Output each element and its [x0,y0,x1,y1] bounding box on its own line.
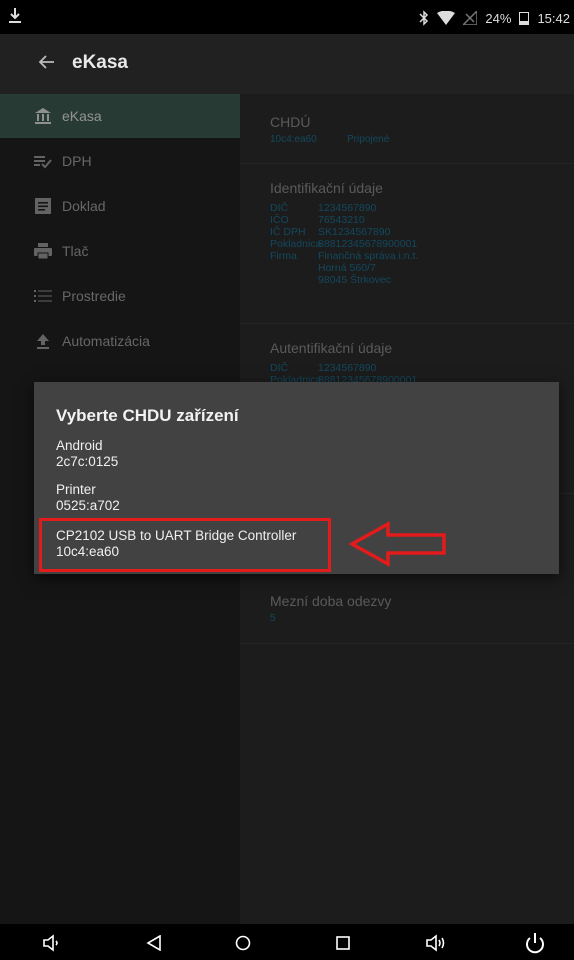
device-option-printer[interactable]: Printer 0525:a702 [56,482,120,514]
device-id: 0525:a702 [56,498,120,513]
device-option-android[interactable]: Android 2c7c:0125 [56,438,118,470]
status-icons: 24% 15:42 [419,9,570,27]
volume-up-icon[interactable] [423,930,449,956]
wifi-icon [437,11,456,25]
power-icon[interactable] [522,930,548,956]
select-device-dialog: Vyberte CHDU zařízení Android 2c7c:0125 … [34,382,559,574]
download-icon [9,8,21,23]
recents-square-icon[interactable] [330,930,356,956]
home-circle-icon[interactable] [230,930,256,956]
app-bar: eKasa [0,34,574,94]
app-title: eKasa [72,52,128,73]
arrow-left-icon[interactable] [38,53,56,71]
arrow-pointer-icon [348,521,446,567]
volume-down-icon[interactable] [38,930,64,956]
device-name: Android [56,438,103,453]
bluetooth-icon [419,10,429,26]
system-nav-bar [0,924,574,960]
battery-icon [519,12,530,25]
battery-percent: 24% [485,10,512,26]
status-bar: 24% 15:42 [0,0,574,34]
no-signal-icon [463,11,478,25]
device-id: 2c7c:0125 [56,454,119,469]
clock: 15:42 [537,10,570,26]
back-triangle-icon[interactable] [141,930,167,956]
dialog-title: Vyberte CHDU zařízení [56,406,239,425]
highlight-box [39,518,331,572]
device-name: Printer [56,482,96,497]
